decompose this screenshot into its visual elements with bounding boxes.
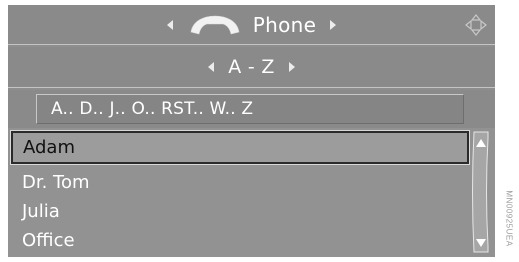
contact-item[interactable]: Julia [22, 201, 60, 222]
previous-menu-arrow-icon[interactable] [166, 19, 173, 30]
sort-next-arrow-icon[interactable] [288, 62, 295, 72]
sort-previous-arrow-icon[interactable] [208, 62, 215, 72]
contact-item-selected[interactable]: Adam [10, 130, 470, 165]
alphabet-index-bar[interactable]: A.. D.. J.. O.. RST.. W.. Z [36, 94, 464, 124]
sort-order-label: A - Z [228, 56, 275, 78]
figure-code: MN00925UEA [502, 178, 516, 258]
next-menu-arrow-icon[interactable] [330, 19, 337, 30]
contact-list: Adam Dr. Tom Julia Office [8, 128, 495, 257]
contact-item[interactable]: Office [22, 230, 75, 251]
figure-code-text: MN00925UEA [504, 189, 514, 247]
contact-item[interactable]: Dr. Tom [22, 172, 90, 193]
phone-screen: Phone A - Z A.. D.. J.. O.. RST.. W.. Z … [8, 5, 495, 257]
direction-controller-icon [465, 14, 487, 36]
alphabet-index-row: A.. D.. J.. O.. RST.. W.. Z [8, 90, 495, 128]
phone-menu-title: Phone [252, 12, 317, 37]
sort-order-selector[interactable]: A - Z [8, 47, 495, 88]
scrollbar[interactable] [471, 130, 491, 254]
handset-icon [190, 15, 240, 34]
phone-menu-header[interactable]: Phone [8, 5, 495, 45]
